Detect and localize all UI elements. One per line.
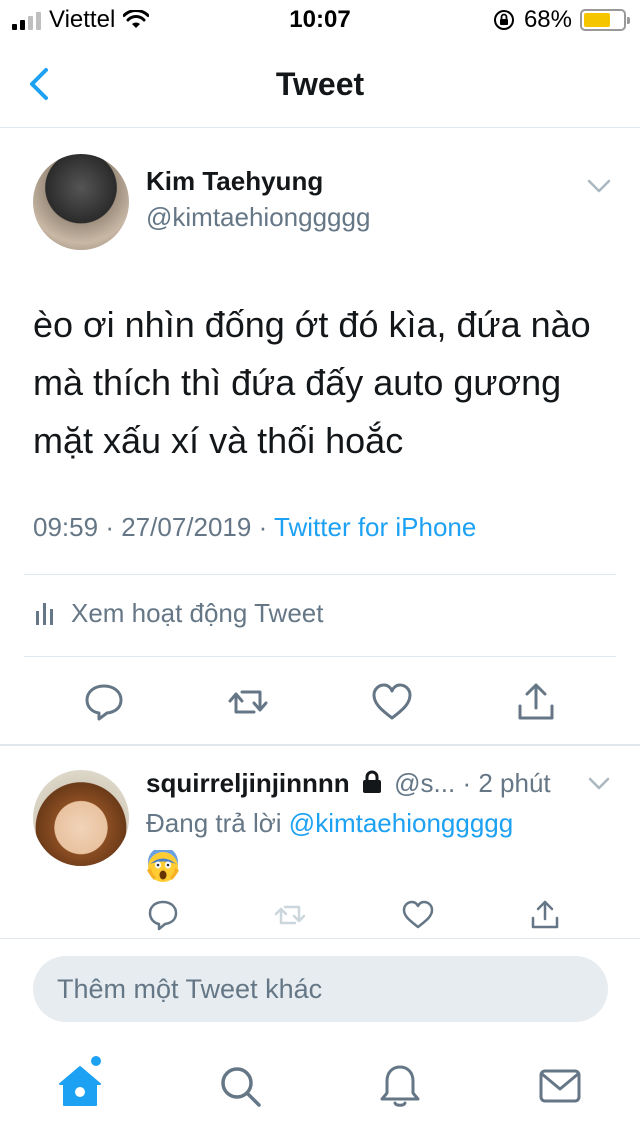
divider [0, 938, 640, 939]
replying-to: Đang trả lời @kimtaehionggggg [146, 808, 513, 839]
reply-time: 2 phút [478, 768, 551, 798]
tweet-date: 27/07/2019 [121, 512, 252, 542]
author-avatar[interactable] [33, 154, 129, 250]
reply-composer[interactable] [33, 956, 608, 1022]
reply-header: squirreljinjinnnn @s... · 2 phút [146, 768, 616, 799]
section-divider [0, 744, 640, 746]
retweet-icon[interactable] [226, 680, 270, 724]
tweet-time: 09:59 [33, 512, 99, 542]
replying-prefix: Đang trả lời [146, 808, 282, 838]
tweet-text: èo ơi nhìn đống ớt đó kìa, đứa nào mà th… [33, 304, 591, 461]
bar-chart-icon [36, 602, 53, 625]
tweet-activity-link[interactable]: Xem hoạt động Tweet [33, 598, 323, 629]
retweet-icon[interactable] [273, 898, 307, 932]
notifications-icon[interactable] [376, 1062, 424, 1110]
like-icon[interactable] [370, 680, 414, 724]
divider [24, 574, 616, 575]
home-icon[interactable] [56, 1062, 104, 1110]
author-handle[interactable]: @kimtaehionggggg [146, 202, 370, 233]
battery-icon [580, 9, 630, 31]
share-icon[interactable] [514, 680, 558, 724]
like-icon[interactable] [401, 898, 435, 932]
reply-icon[interactable] [82, 680, 126, 724]
tweet-actions [0, 680, 640, 728]
battery-percent: 68% [523, 6, 572, 33]
reply-actions [0, 898, 640, 934]
share-icon[interactable] [528, 898, 562, 932]
author-name[interactable]: Kim Taehyung [146, 166, 323, 197]
divider [24, 656, 616, 657]
reply-avatar[interactable] [33, 770, 129, 866]
search-icon[interactable] [216, 1062, 264, 1110]
chevron-down-icon[interactable] [588, 776, 610, 792]
compose-tweet-input[interactable] [57, 974, 577, 1005]
tab-bar [0, 1040, 640, 1136]
reply-author-handle[interactable]: @s... [394, 768, 455, 798]
replying-mention[interactable]: @kimtaehionggggg [289, 808, 513, 838]
reply-icon[interactable] [146, 898, 180, 932]
messages-icon[interactable] [536, 1062, 584, 1110]
status-bar: Viettel 10:07 68% [0, 0, 640, 40]
nav-bar: Tweet [0, 40, 640, 128]
orientation-lock-icon [493, 10, 514, 30]
page-title: Tweet [275, 66, 365, 102]
battery-fill [584, 13, 610, 27]
tweet-source-link[interactable]: Twitter for iPhone [274, 512, 476, 542]
lock-icon [362, 770, 381, 793]
meta-separator: · [462, 768, 472, 798]
screaming-face-emoji [147, 850, 179, 882]
new-content-dot [91, 1056, 101, 1066]
reply-author-name[interactable]: squirreljinjinnnn [146, 768, 350, 798]
meta-separator: · [105, 512, 114, 542]
meta-separator: · [258, 512, 268, 542]
tweet-activity-label: Xem hoạt động Tweet [71, 598, 324, 628]
chevron-down-icon[interactable] [586, 176, 612, 196]
tweet-meta: 09:59 · 27/07/2019 · Twitter for iPhone [33, 512, 476, 543]
status-bar-right: 68% [492, 6, 630, 34]
